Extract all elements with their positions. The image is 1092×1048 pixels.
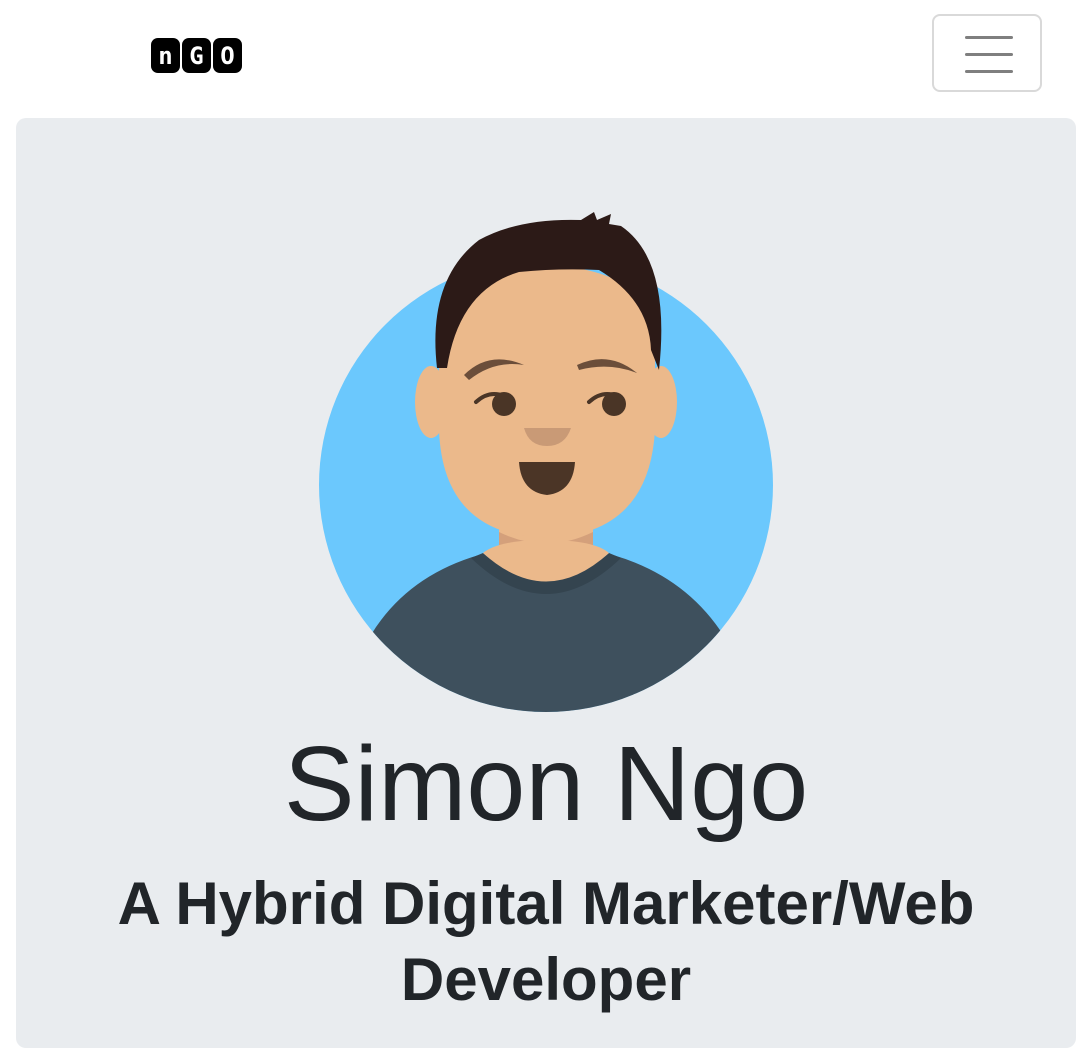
brand-letter-g: G [182,38,211,73]
hero-tagline: A Hybrid Digital Marketer/Web Developer [117,870,975,1013]
hero-section: Simon Ngo A Hybrid Digital Marketer/Web … [16,118,1076,1048]
cartoon-avatar-icon [319,212,773,712]
brand-letter-n: n [151,38,180,73]
brand-letter-o: O [213,38,242,73]
brand-logo[interactable]: n G O [151,38,242,73]
navbar: n G O [0,0,1092,118]
navbar-toggle-button[interactable] [932,14,1042,92]
hero-name: Simon Ngo [283,725,809,843]
